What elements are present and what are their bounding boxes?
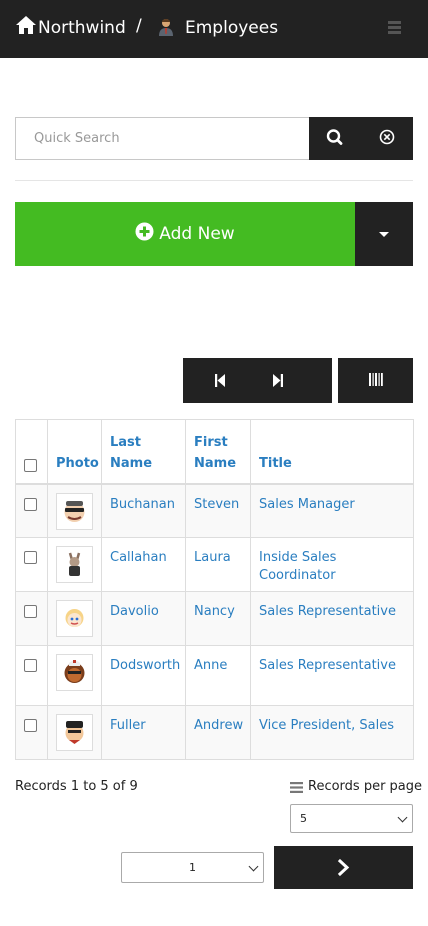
table-row: Callahan Laura Inside Sales Coordinator — [15, 537, 414, 592]
first-name-cell[interactable]: Andrew — [185, 705, 251, 760]
employee-photo[interactable] — [56, 714, 93, 751]
last-name-cell[interactable]: Davolio — [101, 591, 186, 646]
title-cell[interactable]: Inside Sales Coordinator — [250, 537, 414, 592]
clear-icon — [379, 129, 395, 145]
column-chooser-button[interactable] — [338, 358, 413, 403]
avatar-icon — [68, 552, 81, 576]
photo-cell — [47, 705, 102, 760]
row-select-cell — [15, 483, 48, 538]
records-per-page-label: Records per page — [308, 779, 423, 794]
table-header-row: Photo Last Name First Name Title — [15, 419, 414, 485]
title-cell[interactable]: Vice President, Sales — [250, 705, 414, 760]
search-icon — [326, 129, 343, 145]
top-navbar: Northwind / Employees — [0, 0, 428, 58]
table-row: Fuller Andrew Vice President, Sales — [15, 705, 414, 760]
employees-table: Photo Last Name First Name Title Buchana… — [15, 419, 414, 760]
search-button[interactable] — [309, 117, 361, 160]
records-per-page-value: 5 — [300, 812, 307, 825]
add-options-dropdown[interactable] — [355, 202, 413, 266]
first-name-cell[interactable]: Anne — [185, 645, 251, 706]
column-header-last-name[interactable]: Last Name — [101, 419, 186, 485]
add-new-label: Add New — [159, 224, 235, 244]
row-checkbox[interactable] — [24, 497, 37, 511]
last-page-icon — [273, 374, 283, 387]
employee-photo[interactable] — [56, 654, 93, 691]
row-select-cell — [15, 591, 48, 646]
next-page-button[interactable] — [274, 846, 413, 889]
employee-icon — [159, 19, 173, 36]
first-name-cell[interactable]: Laura — [185, 537, 251, 592]
records-per-page-label-group: Records per page — [290, 778, 422, 796]
columns-icon — [369, 373, 383, 386]
quick-search-input[interactable] — [15, 117, 309, 160]
last-name-cell[interactable]: Buchanan — [101, 483, 186, 538]
photo-cell — [47, 645, 102, 706]
list-icon — [290, 781, 303, 793]
row-checkbox[interactable] — [24, 551, 37, 564]
caret-down-icon — [379, 232, 389, 237]
record-navigation-group — [183, 358, 332, 403]
column-header-title[interactable]: Title — [250, 419, 414, 485]
chevron-right-icon — [337, 858, 350, 877]
title-cell[interactable]: Sales Representative — [250, 645, 414, 706]
search-button-group — [309, 117, 413, 160]
first-name-cell[interactable]: Nancy — [185, 591, 251, 646]
select-all-cell — [15, 419, 48, 485]
employee-photo[interactable] — [56, 546, 93, 583]
row-checkbox[interactable] — [24, 659, 37, 672]
page-title: Employees — [185, 18, 279, 38]
row-checkbox[interactable] — [24, 605, 37, 618]
photo-cell — [47, 591, 102, 646]
photo-cell — [47, 537, 102, 592]
plus-circle-icon — [135, 222, 154, 240]
photo-cell — [47, 483, 102, 538]
records-per-page-select[interactable]: 5 — [290, 804, 413, 833]
page-number-select[interactable]: 1 — [121, 852, 264, 883]
last-name-cell[interactable]: Fuller — [101, 705, 186, 760]
brand-link[interactable]: Northwind — [38, 17, 126, 39]
add-new-button[interactable]: Add New — [15, 202, 355, 266]
title-cell[interactable]: Sales Manager — [250, 483, 414, 538]
avatar-icon — [65, 721, 84, 744]
row-select-cell — [15, 645, 48, 706]
first-name-cell[interactable]: Steven — [185, 483, 251, 538]
divider — [15, 180, 413, 181]
last-record-button[interactable] — [258, 358, 332, 403]
table-row: Buchanan Steven Sales Manager — [15, 483, 414, 538]
table-row: Dodsworth Anne Sales Representative — [15, 645, 414, 706]
row-checkbox[interactable] — [24, 719, 37, 732]
last-name-cell[interactable]: Callahan — [101, 537, 186, 592]
chevron-down-icon — [397, 812, 408, 823]
clear-search-button[interactable] — [361, 117, 413, 160]
employee-photo[interactable] — [56, 492, 93, 530]
select-all-checkbox[interactable] — [24, 458, 37, 472]
column-header-photo[interactable]: Photo — [47, 419, 102, 485]
page-number-value: 1 — [189, 861, 196, 874]
last-name-cell[interactable]: Dodsworth — [101, 645, 186, 706]
row-select-cell — [15, 537, 48, 592]
table-row: Davolio Nancy Sales Representative — [15, 591, 414, 646]
first-page-icon — [215, 374, 225, 387]
avatar-icon — [64, 660, 85, 683]
breadcrumb-separator: / — [136, 16, 142, 36]
title-cell[interactable]: Sales Representative — [250, 591, 414, 646]
employee-photo[interactable] — [56, 600, 93, 637]
chevron-down-icon — [248, 861, 259, 872]
column-header-first-name[interactable]: First Name — [185, 419, 251, 485]
home-icon[interactable] — [15, 15, 37, 35]
avatar-icon — [64, 500, 85, 522]
row-select-cell — [15, 705, 48, 760]
avatar-icon — [65, 609, 84, 627]
first-record-button[interactable] — [183, 358, 257, 403]
menu-icon[interactable] — [388, 21, 401, 35]
records-info: Records 1 to 5 of 9 — [15, 779, 138, 794]
